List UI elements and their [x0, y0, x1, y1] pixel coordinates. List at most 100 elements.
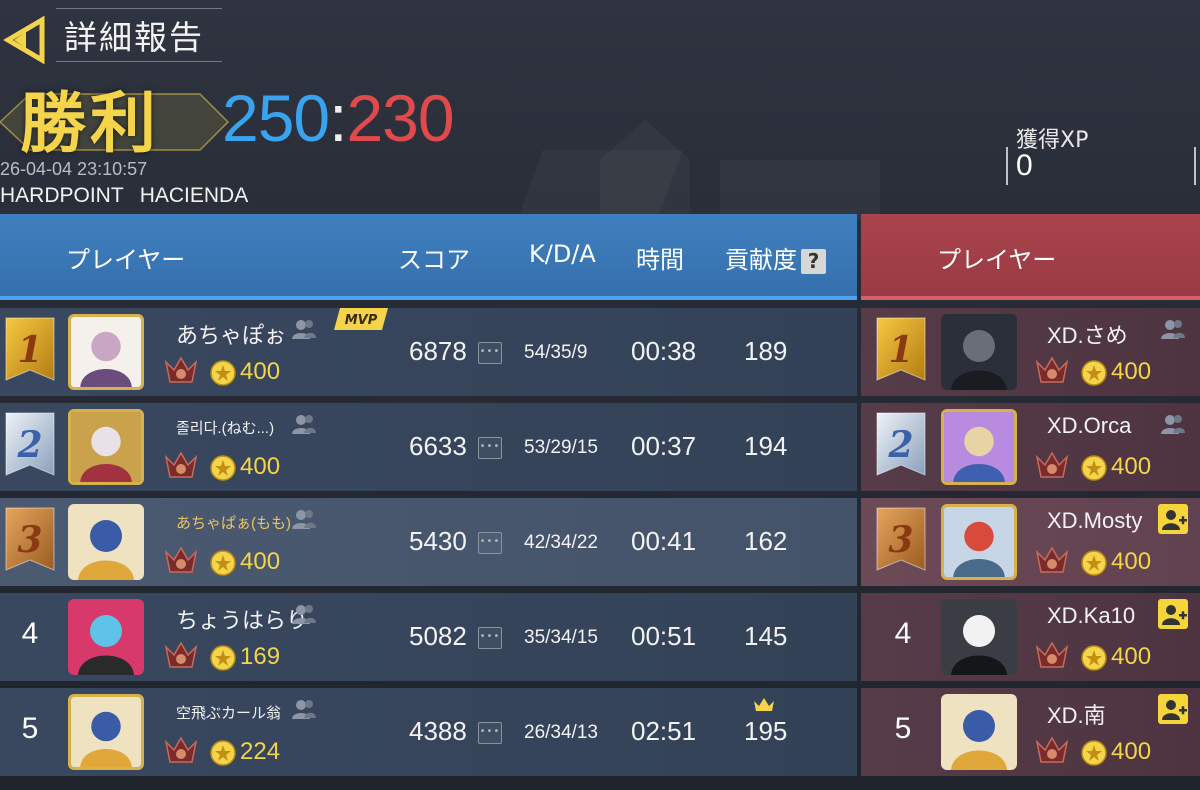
coin-value: 400 [1111, 453, 1152, 480]
col-contribution: 貢献度? [725, 240, 826, 275]
friend-icon[interactable] [1161, 318, 1185, 340]
coin-value: 224 [240, 738, 281, 765]
blue-team-score: 250 [222, 81, 330, 155]
add-friend-icon[interactable] [1158, 504, 1188, 534]
player-name: XD.Mosty [1047, 508, 1143, 533]
rank-emblem-icon [1035, 736, 1069, 768]
player-name: ちょうはらり [176, 608, 309, 633]
add-friend-icon[interactable] [1158, 694, 1188, 724]
coin-icon [1081, 645, 1107, 671]
kda-value: 42/34/22 [524, 532, 598, 553]
avatar[interactable] [68, 409, 144, 485]
coin-icon [1081, 360, 1107, 386]
friend-icon[interactable] [292, 508, 316, 530]
coin-value: 400 [1111, 358, 1152, 385]
more-options-button[interactable]: ••• [478, 627, 502, 649]
coin-icon [1081, 455, 1107, 481]
friend-icon[interactable] [292, 318, 316, 340]
avatar[interactable] [941, 314, 1017, 390]
rank-emblem-icon [1035, 641, 1069, 673]
friend-icon[interactable] [1161, 413, 1185, 435]
red-player-row[interactable]: 3 XD.Mosty 400 [861, 498, 1200, 586]
rank-badge-icon: 3 [2, 504, 58, 578]
avatar[interactable] [941, 599, 1017, 675]
back-arrow-icon [3, 16, 45, 64]
svg-text:1: 1 [17, 329, 42, 371]
red-team-score: 230 [346, 81, 454, 155]
player-name: XD.Ka10 [1047, 603, 1136, 628]
more-options-button[interactable]: ••• [478, 342, 502, 364]
blue-team-header: プレイヤー スコア K/D/A 時間 貢献度? [0, 214, 857, 300]
avatar[interactable] [941, 504, 1017, 580]
match-datetime: 26-04-04 23:10:57 [0, 159, 148, 179]
rank-badge-icon: 3 [873, 504, 929, 578]
rank-badge-icon: 1 [873, 314, 929, 388]
blue-player-row[interactable]: 1 あちゃぽぉ 400 MVP 6878 ••• 54/35/9 00:38 189 [0, 308, 857, 396]
contribution-value: 162 [744, 526, 788, 556]
mvp-label: MVP [345, 313, 378, 328]
rank-emblem-icon [164, 641, 198, 673]
contribution-value: 145 [744, 621, 788, 651]
avatar[interactable] [68, 694, 144, 770]
rank-emblem-icon [1035, 356, 1069, 388]
rank-emblem-icon [164, 356, 198, 388]
match-info: HARDPOINT HACIENDA [0, 184, 264, 208]
rank-number: 4 [894, 617, 912, 650]
coin-value: 169 [240, 643, 281, 670]
mvp-badge: MVP [334, 308, 388, 330]
svg-text:1: 1 [888, 329, 913, 371]
rank-emblem-icon [1035, 546, 1069, 578]
rank-emblem-icon [1035, 451, 1069, 483]
blue-player-row[interactable]: 5 空飛ぶカール翁 224 4388 ••• 26/34/13 02:51 195 [0, 688, 857, 776]
player-name: あちゃぱぁ(もも) [176, 515, 291, 532]
more-options-button[interactable]: ••• [478, 532, 502, 554]
coin-icon [1081, 550, 1107, 576]
player-name: XD.さめ [1047, 323, 1128, 348]
coin-icon [210, 455, 236, 481]
time-value: 00:38 [631, 336, 697, 366]
avatar[interactable] [941, 694, 1017, 770]
red-player-row[interactable]: 2 XD.Orca 400 [861, 403, 1200, 491]
time-value: 00:41 [631, 526, 697, 556]
time-value: 02:51 [631, 716, 697, 746]
coin-icon [210, 740, 236, 766]
avatar[interactable] [68, 599, 144, 675]
avatar[interactable] [68, 504, 144, 580]
add-friend-icon[interactable] [1158, 599, 1188, 629]
player-name: XD.Orca [1047, 413, 1132, 438]
kda-value: 54/35/9 [524, 342, 588, 363]
rank-emblem-icon [164, 546, 198, 578]
coin-value: 400 [240, 548, 281, 575]
red-player-row[interactable]: 4 XD.Ka10 400 [861, 593, 1200, 681]
col-time: 時間 [636, 246, 684, 274]
coin-icon [210, 645, 236, 671]
svg-text:2: 2 [887, 424, 913, 466]
red-player-row[interactable]: 5 XD.南 400 [861, 688, 1200, 776]
coin-icon [210, 360, 236, 386]
coin-value: 400 [240, 453, 281, 480]
coin-value: 400 [240, 358, 281, 385]
blue-player-row[interactable]: 2 졸리다.(ねむ...) 400 6633 ••• 53/29/15 00:37 194 [0, 403, 857, 491]
friend-icon[interactable] [292, 413, 316, 435]
player-name: あちゃぽぉ [176, 323, 287, 348]
friend-icon[interactable] [292, 603, 316, 625]
more-options-button[interactable]: ••• [478, 722, 502, 744]
blue-player-row[interactable]: 3 あちゃぱぁ(もも) 400 5430 ••• 42/34/22 00:41 162 [0, 498, 857, 586]
col-kda: K/D/A [529, 240, 596, 268]
xp-value: 0 [1006, 147, 1196, 185]
friend-icon[interactable] [292, 698, 316, 720]
col-player: プレイヤー [66, 246, 186, 274]
blue-player-row[interactable]: 4 ちょうはらり 169 5082 ••• 35/34/15 00:51 145 [0, 593, 857, 681]
help-icon[interactable]: ? [801, 248, 826, 274]
avatar[interactable] [68, 314, 144, 390]
col-score: スコア [398, 246, 470, 274]
coin-icon [210, 550, 236, 576]
kda-value: 53/29/15 [524, 437, 598, 458]
red-player-row[interactable]: 1 XD.さめ 400 [861, 308, 1200, 396]
red-team-header: プレイヤー [861, 214, 1200, 300]
crown-icon [754, 696, 774, 711]
svg-text:3: 3 [17, 519, 42, 561]
more-options-button[interactable]: ••• [478, 437, 502, 459]
avatar[interactable] [941, 409, 1017, 485]
back-button[interactable] [0, 12, 48, 68]
